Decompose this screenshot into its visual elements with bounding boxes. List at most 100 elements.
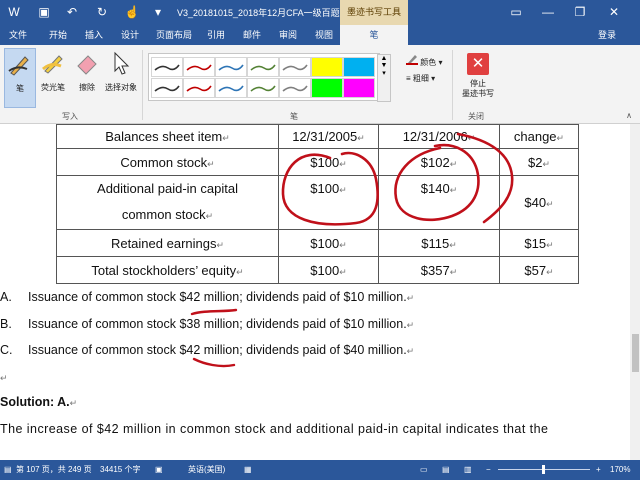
tab-file[interactable]: 文件 (0, 25, 36, 45)
word-count[interactable]: 34415 个字 (100, 460, 140, 480)
pen-button[interactable]: 笔 (4, 48, 36, 108)
pen-button-label: 笔 (16, 84, 24, 93)
table-header-row: Balances sheet item↵ 12/31/2005↵ 12/31/2… (56, 124, 579, 149)
eraser-button[interactable]: 擦除 (72, 48, 102, 106)
save-icon[interactable]: ▣ (36, 4, 52, 20)
pen-swatch[interactable] (151, 78, 183, 98)
read-mode-icon[interactable]: ▭ (420, 460, 428, 480)
minimize-button[interactable]: — (538, 4, 558, 20)
vertical-scrollbar[interactable] (630, 124, 640, 460)
row-2006: $115 (421, 235, 450, 251)
header-2006: 12/31/2006 (402, 129, 468, 144)
pen-swatch[interactable] (247, 78, 279, 98)
pen-color-icon (406, 55, 418, 65)
macro-icon[interactable]: ▦ (244, 460, 252, 480)
header-item: Balances sheet item (105, 129, 223, 144)
restore-button[interactable]: ❐ (570, 4, 590, 20)
collapse-ribbon-icon[interactable]: ∧ (626, 111, 632, 120)
redo-icon[interactable]: ↻ (94, 4, 110, 20)
zoom-in-icon[interactable]: + (596, 460, 601, 480)
print-layout-icon[interactable]: ▤ (442, 460, 450, 480)
proofing-icon[interactable]: ▣ (155, 460, 163, 480)
pen-gallery-scroll[interactable]: ▲ ▼ ▾ (377, 54, 391, 102)
tab-view[interactable]: 视图 (310, 25, 338, 45)
balance-sheet-table: Balances sheet item↵ 12/31/2005↵ 12/31/2… (56, 124, 579, 284)
tab-mailings[interactable]: 邮件 (238, 25, 266, 45)
select-objects-button[interactable]: 选择对象 (104, 48, 138, 106)
thickness-dropdown[interactable]: ≡ 粗细 ▾ (406, 73, 435, 84)
tab-design[interactable]: 设计 (116, 25, 144, 45)
stop-inking-button[interactable]: ✕ 停止 墨迹书写 (458, 49, 498, 107)
tab-references[interactable]: 引用 (202, 25, 230, 45)
tab-pens[interactable]: 笔 (340, 25, 408, 45)
color-dropdown[interactable]: 颜色 ▾ (406, 53, 442, 68)
pen-swatch[interactable] (183, 57, 215, 77)
web-layout-icon[interactable]: ▥ (464, 460, 472, 480)
ribbon-display-options-icon[interactable]: ▭ (506, 4, 526, 20)
language[interactable]: 英语(美国) (188, 460, 225, 480)
close-group-label: 关闭 (468, 112, 484, 121)
table-row: Common stock↵ $100↵ $102↵ $2↵ (56, 148, 579, 176)
pen-icon (314, 85, 340, 92)
write-group-label: 写入 (62, 112, 78, 121)
tab-insert[interactable]: 插入 (80, 25, 108, 45)
pen-swatch[interactable] (279, 57, 311, 77)
sign-in-link[interactable]: 登录 (598, 25, 616, 45)
pen-icon (346, 64, 372, 71)
tab-review[interactable]: 审阅 (274, 25, 302, 45)
option-letter: A. (0, 290, 12, 304)
pen-icon (282, 85, 308, 92)
table-row: Total stockholders’ equity↵ $100↵ $357↵ … (56, 256, 579, 284)
pen-icon (154, 64, 180, 71)
option-letter: B. (0, 317, 12, 331)
zoom-slider[interactable] (498, 465, 590, 474)
touch-mode-icon[interactable]: ☝ (124, 4, 140, 20)
pens-group-label: 笔 (290, 112, 298, 121)
solution-heading: Solution: A.↵ (0, 395, 78, 409)
undo-icon[interactable]: ↶ (64, 4, 80, 20)
pen-swatch[interactable] (215, 78, 247, 98)
row-item: Total stockholders’ equity (91, 262, 237, 278)
doc-icon: ▤ (4, 465, 12, 474)
pen-swatch[interactable] (247, 57, 279, 77)
row-change: $57 (524, 262, 547, 278)
solution-text: The increase of $42 million in common st… (0, 422, 549, 436)
row-2005: $100 (310, 181, 340, 196)
pen-swatch[interactable] (311, 57, 343, 77)
eraser-icon (77, 55, 97, 75)
pen-swatch[interactable] (183, 78, 215, 98)
select-objects-button-label: 选择对象 (105, 83, 137, 92)
pen-swatch[interactable] (311, 78, 343, 98)
pen-swatch[interactable] (215, 57, 247, 77)
scrollbar-thumb[interactable] (632, 334, 639, 372)
tab-home[interactable]: 开始 (44, 25, 72, 45)
zoom-level[interactable]: 170% (610, 460, 630, 480)
pen-swatch[interactable] (279, 78, 311, 98)
pen-swatch[interactable] (151, 57, 183, 77)
option-letter: C. (0, 343, 13, 357)
status-bar: ▤ 第 107 页，共 249 页 34415 个字 ▣ 英语(美国) ▦ ▭ … (0, 460, 640, 480)
pen-swatch[interactable] (343, 78, 375, 98)
zoom-out-icon[interactable]: − (486, 460, 491, 480)
highlighter-button[interactable]: 荧光笔 (38, 48, 68, 106)
close-button[interactable]: ✕ (604, 4, 624, 20)
pen-icon (346, 85, 372, 92)
zoom-slider-thumb[interactable] (542, 465, 545, 474)
row-change: $15 (524, 235, 547, 251)
title-bar: W ▣ ↶ ↻ ☝ ▾ V3_20181015_2018年12月CFA一级百题预… (0, 0, 640, 25)
option-text: Issuance of common stock $42 million; di… (28, 343, 407, 357)
pen-swatch[interactable] (343, 57, 375, 77)
pointer-icon (114, 51, 130, 75)
pen-gallery: ▲ ▼ ▾ (148, 53, 391, 102)
option-text: Issuance of common stock $38 million; di… (28, 317, 407, 331)
color-label: 颜色 (420, 58, 437, 67)
row-item-line2: common stock (121, 207, 206, 222)
chevron-down-icon: ▾ (438, 58, 443, 67)
document-area[interactable]: Balances sheet item↵ 12/31/2005↵ 12/31/2… (0, 124, 640, 460)
pen-icon (218, 64, 244, 71)
page-count[interactable]: 第 107 页，共 249 页 (16, 460, 92, 480)
chevron-down-icon: ▾ (431, 74, 436, 83)
pen-icon (250, 64, 276, 71)
tab-layout[interactable]: 页面布局 (152, 25, 196, 45)
customize-toolbar-icon[interactable]: ▾ (150, 4, 166, 20)
